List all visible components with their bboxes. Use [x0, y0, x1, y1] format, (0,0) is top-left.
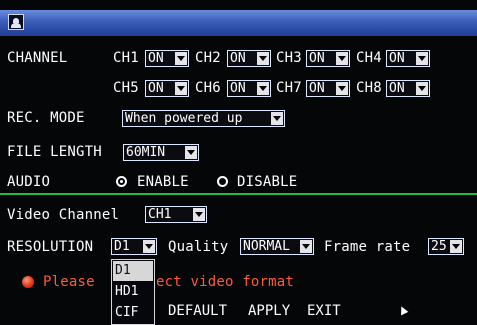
frame-rate-label: Frame rate	[324, 239, 411, 255]
dvr-record-settings-screen: CHANNEL CH1 ON CH2 ON CH3 ON CH4 ON CH5 …	[0, 0, 477, 325]
resolution-option-cif[interactable]: CIF	[113, 303, 153, 323]
ch4-value: ON	[389, 51, 405, 66]
resolution-select[interactable]: D1	[111, 238, 157, 255]
quality-label: Quality	[168, 239, 229, 255]
file-length-value: 60MIN	[126, 145, 166, 160]
ch7-value: ON	[309, 81, 325, 96]
exit-button[interactable]: EXIT	[307, 302, 341, 320]
chevron-down-icon[interactable]	[336, 82, 348, 95]
audio-disable-label: DISABLE	[237, 174, 298, 190]
title-bar	[0, 10, 477, 36]
chevron-down-icon[interactable]	[416, 82, 428, 95]
chevron-down-icon[interactable]	[416, 52, 428, 65]
chevron-down-icon[interactable]	[336, 52, 348, 65]
message-text-start: Please	[43, 274, 95, 290]
audio-enable-label: ENABLE	[137, 174, 189, 190]
ch8-select[interactable]: ON	[386, 80, 430, 97]
rec-mode-label: REC. MODE	[7, 110, 85, 126]
resolution-option-hd1[interactable]: HD1	[113, 282, 153, 302]
mouse-pointer-icon	[397, 304, 409, 316]
channel-label: CHANNEL	[7, 50, 68, 66]
ch7-label: CH7	[276, 80, 302, 96]
ch3-label: CH3	[276, 50, 302, 66]
message-text-end: ect video format	[156, 274, 295, 290]
chevron-down-icon[interactable]	[185, 146, 197, 159]
resolution-option-d1[interactable]: D1	[113, 261, 153, 281]
ch8-label: CH8	[356, 80, 382, 96]
chevron-down-icon[interactable]	[257, 52, 269, 65]
user-icon	[8, 14, 24, 30]
audio-disable-radio[interactable]	[217, 176, 228, 187]
section-divider	[0, 193, 477, 195]
resolution-dropdown-list: D1 HD1 CIF	[111, 259, 155, 325]
ch6-value: ON	[230, 81, 246, 96]
ch1-value: ON	[148, 51, 164, 66]
quality-select[interactable]: NORMAL	[240, 238, 314, 255]
quality-value: NORMAL	[243, 239, 290, 254]
chevron-down-icon[interactable]	[175, 52, 187, 65]
ch4-select[interactable]: ON	[386, 50, 430, 67]
frame-rate-value: 25	[431, 239, 447, 254]
ch3-value: ON	[309, 51, 325, 66]
warning-dot-icon	[22, 276, 34, 288]
video-channel-select[interactable]: CH1	[145, 206, 207, 223]
chevron-down-icon[interactable]	[175, 82, 187, 95]
chevron-down-icon[interactable]	[257, 82, 269, 95]
ch5-label: CH5	[113, 80, 139, 96]
ch6-select[interactable]: ON	[227, 80, 271, 97]
audio-enable-radio[interactable]	[116, 176, 127, 187]
ch8-value: ON	[389, 81, 405, 96]
video-channel-value: CH1	[148, 207, 172, 222]
ch1-select[interactable]: ON	[145, 50, 189, 67]
chevron-down-icon[interactable]	[143, 240, 155, 253]
video-channel-label: Video Channel	[7, 207, 120, 223]
ch4-label: CH4	[356, 50, 382, 66]
ch2-select[interactable]: ON	[227, 50, 271, 67]
chevron-down-icon[interactable]	[300, 240, 312, 253]
resolution-value: D1	[114, 239, 130, 254]
ch7-select[interactable]: ON	[306, 80, 350, 97]
ch3-select[interactable]: ON	[306, 50, 350, 67]
ch6-label: CH6	[195, 80, 221, 96]
file-length-label: FILE LENGTH	[7, 144, 102, 160]
audio-label: AUDIO	[7, 174, 51, 190]
chevron-down-icon[interactable]	[450, 240, 462, 253]
ch1-label: CH1	[113, 50, 139, 66]
rec-mode-value: When powered up	[125, 111, 243, 126]
ch5-value: ON	[148, 81, 164, 96]
ch2-value: ON	[230, 51, 246, 66]
resolution-label: RESOLUTION	[7, 239, 94, 255]
apply-button[interactable]: APPLY	[248, 302, 290, 320]
ch2-label: CH2	[195, 50, 221, 66]
default-button[interactable]: DEFAULT	[168, 302, 227, 320]
ch5-select[interactable]: ON	[145, 80, 189, 97]
frame-rate-select[interactable]: 25	[428, 238, 464, 255]
chevron-down-icon[interactable]	[271, 112, 283, 125]
rec-mode-select[interactable]: When powered up	[122, 110, 285, 127]
chevron-down-icon[interactable]	[193, 208, 205, 221]
file-length-select[interactable]: 60MIN	[123, 144, 199, 161]
